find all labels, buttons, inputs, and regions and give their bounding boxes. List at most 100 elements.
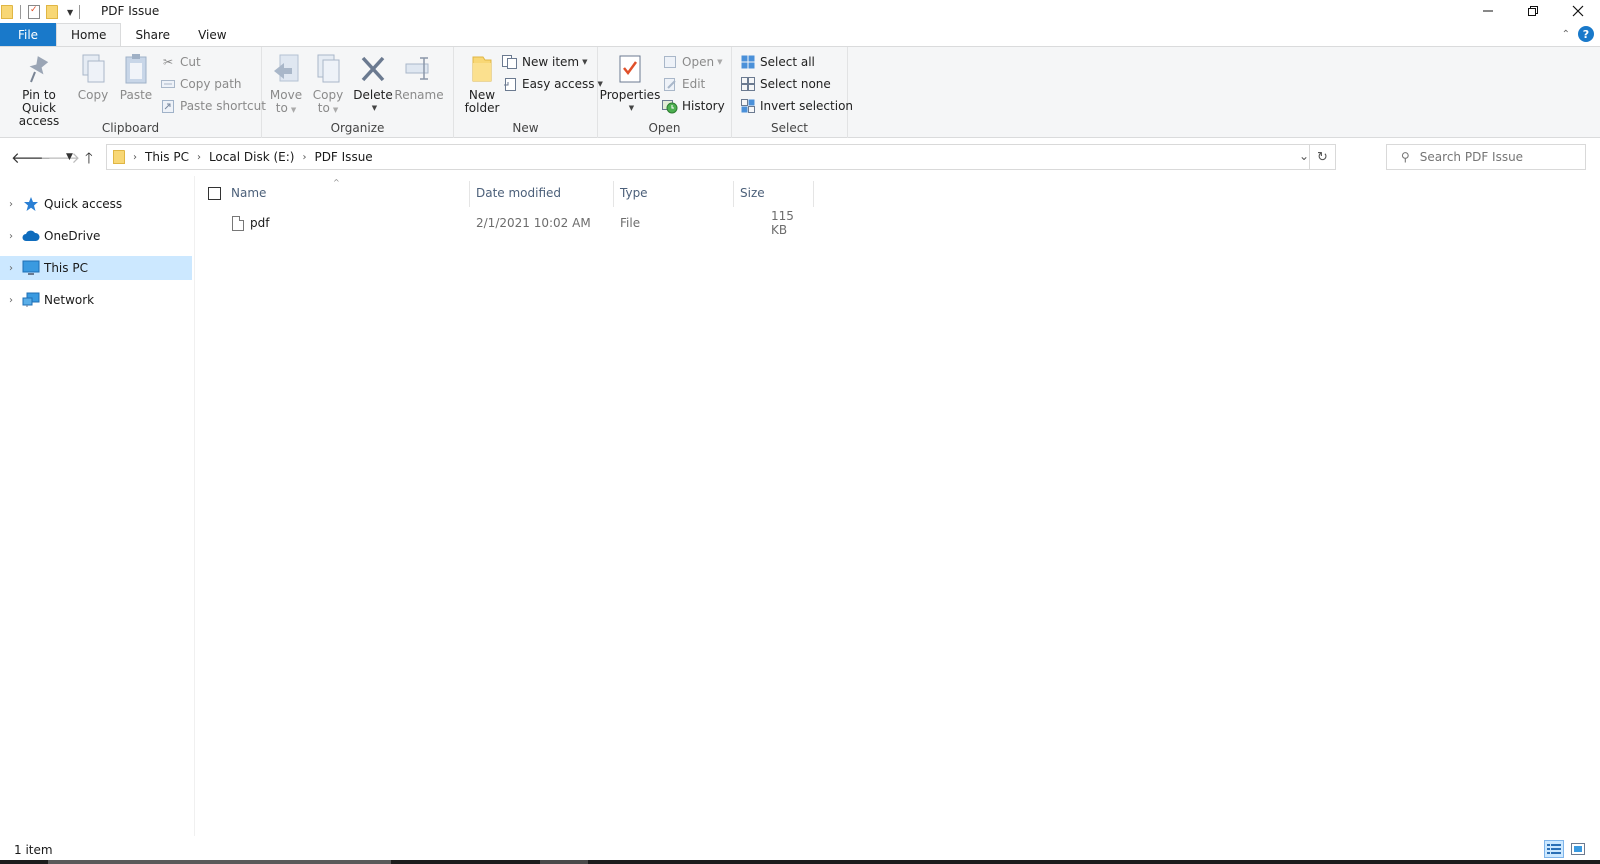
edit-button[interactable]: Edit (662, 74, 705, 94)
cloud-icon (22, 228, 40, 244)
customize-qat-dropdown[interactable]: ▼ (67, 8, 73, 17)
move-to-button[interactable]: Move to ▼ (268, 51, 304, 117)
column-divider[interactable] (733, 181, 734, 207)
new-folder-qat-button[interactable] (45, 4, 59, 20)
copy-to-button[interactable]: Copy to ▼ (310, 51, 346, 117)
paste-shortcut-button[interactable]: Paste shortcut (160, 96, 266, 116)
table-row[interactable]: pdf 2/1/2021 10:02 AM File 115 KB (206, 209, 806, 237)
minimize-ribbon-icon[interactable]: ⌃ (1562, 29, 1570, 40)
large-icons-view-icon[interactable] (1568, 840, 1588, 858)
tab-home[interactable]: Home (56, 23, 122, 46)
taskbar-edge (0, 860, 1600, 864)
quick-access-toolbar: ▼ (0, 3, 86, 21)
nav-item-this-pc[interactable]: › This PC (0, 256, 192, 280)
properties-icon (612, 51, 648, 87)
search-input[interactable] (1419, 150, 1580, 164)
select-all-button[interactable]: Select all (740, 52, 815, 72)
tab-share[interactable]: Share (121, 23, 184, 46)
minimize-icon (1482, 10, 1493, 12)
ribbon-tabs: File Home Share View ⌃ ? (0, 23, 1600, 46)
open-group: Properties ▼ Open ▼ Edit History Open (598, 47, 732, 138)
column-divider[interactable] (469, 181, 470, 207)
tab-view[interactable]: View (184, 23, 240, 46)
restore-button[interactable] (1510, 0, 1555, 22)
pin-to-quick-access-button[interactable]: Pin to Quick access (4, 51, 74, 128)
help-icon[interactable]: ? (1578, 26, 1594, 42)
separator (79, 5, 81, 19)
star-icon (22, 196, 40, 212)
history-icon (662, 98, 678, 114)
copy-path-button[interactable]: Copy path (160, 74, 242, 94)
history-button[interactable]: History (662, 96, 725, 116)
breadcrumb-pdf-issue[interactable]: PDF Issue (314, 150, 372, 164)
breadcrumb-this-pc[interactable]: This PC (145, 150, 189, 164)
column-header-date-modified[interactable]: Date modified (476, 180, 561, 206)
pin-icon (21, 51, 57, 87)
pane-divider[interactable] (194, 176, 195, 836)
properties-button[interactable]: Properties ▼ (600, 51, 660, 115)
paste-shortcut-icon (160, 98, 176, 114)
properties-dropdown-icon[interactable]: ▼ (629, 102, 634, 115)
easy-access-button[interactable]: Easy access ▼ (502, 74, 603, 94)
recent-locations-chevron-icon[interactable]: ▼ (66, 152, 73, 162)
organize-group: Move to ▼ Copy to ▼ Delete ▼ Rename Organi… (262, 47, 454, 138)
select-none-icon (740, 76, 756, 92)
new-folder-button[interactable]: New folder (462, 51, 502, 115)
column-divider[interactable] (813, 181, 814, 207)
navigation-pane: › Quick access › OneDrive › This PC › Ne… (0, 192, 194, 832)
tab-file[interactable]: File (0, 23, 56, 46)
close-icon (1572, 5, 1583, 17)
expand-chevron-icon[interactable]: › (0, 263, 22, 274)
new-item-button[interactable]: New item ▼ (502, 52, 588, 72)
delete-button[interactable]: Delete ▼ (353, 51, 393, 115)
forward-arrow-icon[interactable]: 🡒 (40, 148, 80, 167)
expand-chevron-icon[interactable]: › (0, 231, 22, 242)
breadcrumb-separator-icon[interactable]: › (197, 152, 201, 163)
rename-button[interactable]: Rename (394, 51, 444, 102)
file-name-cell[interactable]: pdf (232, 211, 269, 235)
search-box[interactable]: ⚲ (1386, 144, 1586, 170)
address-bar[interactable]: › This PC › Local Disk (E:) › PDF Issue … (106, 144, 1336, 170)
breadcrumb-separator-icon[interactable]: › (133, 152, 137, 163)
separator (20, 5, 21, 19)
cut-button[interactable]: ✂ Cut (160, 52, 201, 72)
navigation-bar: 🡐 🡒 ▼ 🡑 › This PC › Local Disk (E:) › PD… (0, 138, 1600, 176)
file-type-cell: File (620, 216, 641, 230)
clipboard-icon (118, 51, 154, 87)
open-button[interactable]: Open ▼ (662, 52, 722, 72)
address-history-chevron-icon[interactable]: ⌄ (1299, 149, 1309, 163)
new-group: New folder New item ▼ Easy access ▼ New (454, 47, 603, 138)
organize-group-label: Organize (330, 121, 385, 135)
copy-path-icon (160, 76, 176, 92)
nav-item-network[interactable]: › Network (0, 288, 192, 312)
properties-qat-button[interactable] (27, 4, 41, 20)
details-view-icon[interactable] (1544, 840, 1564, 858)
refresh-icon[interactable]: ↻ (1309, 145, 1335, 169)
select-all-checkbox[interactable] (208, 187, 221, 200)
delete-dropdown-icon[interactable]: ▼ (372, 102, 377, 115)
expand-chevron-icon[interactable]: › (0, 199, 22, 210)
expand-chevron-icon[interactable]: › (0, 295, 22, 306)
status-bar: 1 item (0, 840, 1600, 860)
view-switcher (1544, 840, 1588, 858)
new-item-icon (502, 54, 518, 70)
invert-selection-button[interactable]: Invert selection (740, 96, 853, 116)
column-divider[interactable] (613, 181, 614, 207)
move-to-icon (268, 51, 304, 87)
close-button[interactable] (1555, 0, 1600, 22)
column-header-name[interactable]: Name (231, 180, 266, 206)
column-header-size[interactable]: Size (740, 180, 765, 206)
clipboard-group: Pin to Quick access Copy Paste ✂ Cut Cop… (0, 47, 266, 138)
nav-item-onedrive[interactable]: › OneDrive (0, 224, 192, 248)
select-none-button[interactable]: Select none (740, 74, 831, 94)
paste-button[interactable]: Paste (118, 51, 154, 102)
copy-button[interactable]: Copy (76, 51, 110, 102)
up-arrow-icon[interactable]: 🡑 (85, 148, 93, 173)
column-header-type[interactable]: Type (620, 180, 648, 206)
breadcrumb-separator-icon[interactable]: › (302, 152, 306, 163)
copy-icon (75, 51, 111, 87)
title-bar: ▼ PDF Issue (0, 0, 1600, 24)
minimize-button[interactable] (1465, 0, 1510, 22)
nav-item-quick-access[interactable]: › Quick access (0, 192, 192, 216)
breadcrumb-local-disk[interactable]: Local Disk (E:) (209, 150, 295, 164)
